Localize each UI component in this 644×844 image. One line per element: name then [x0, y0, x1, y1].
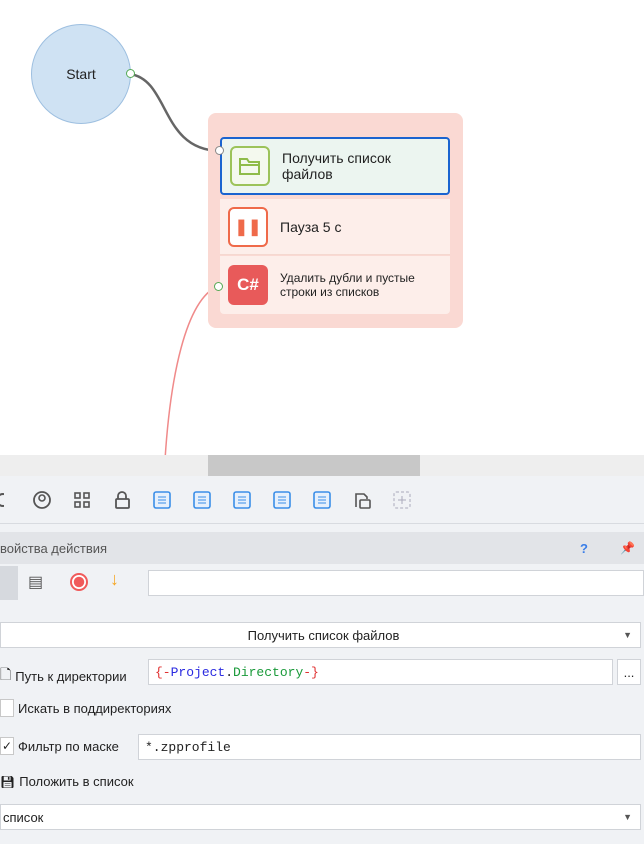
mask-input[interactable]: *.zpprofile: [138, 734, 641, 760]
path-token: -}: [303, 664, 319, 680]
list-icon[interactable]: [302, 490, 342, 509]
path-input[interactable]: {- Project. Directory -}: [148, 659, 613, 685]
checkbox-box[interactable]: [0, 699, 14, 717]
list-select-value: список: [3, 809, 44, 825]
node-label: Пауза 5 с: [280, 218, 342, 235]
record-icon[interactable]: [70, 573, 88, 591]
properties-panel: войства действия ? 📌 ▤ ↓ Получить список…: [0, 455, 644, 844]
action-group[interactable]: Получить список файлов ❚❚ Пауза 5 с C# У…: [208, 113, 463, 328]
path-token: Project: [170, 664, 226, 680]
node-label: Получить список файлов: [282, 150, 391, 182]
path-label-text: Путь к директории: [15, 668, 127, 684]
pause-icon: ❚❚: [228, 206, 268, 247]
list-icon[interactable]: [142, 490, 182, 509]
code-file-icon[interactable]: [342, 491, 382, 509]
add-icon[interactable]: [382, 491, 422, 509]
checkmark-icon[interactable]: ✓: [0, 737, 14, 755]
start-node[interactable]: Start: [31, 24, 131, 124]
horizontal-scrollbar[interactable]: [0, 455, 644, 476]
grid-icon[interactable]: [62, 491, 102, 509]
node-get-files[interactable]: Получить список файлов: [220, 137, 450, 195]
mask-checkbox[interactable]: ✓ Фильтр по маске: [0, 737, 119, 755]
start-port[interactable]: [126, 69, 135, 78]
comment-input[interactable]: [148, 570, 644, 596]
list-select[interactable]: список ▼: [0, 804, 641, 830]
arrow-down-icon[interactable]: ↓: [110, 569, 119, 590]
settings-tab-icon[interactable]: [0, 566, 18, 600]
panel-title: войства действия: [0, 540, 108, 556]
notes-icon[interactable]: ▤: [28, 572, 43, 592]
node-pause[interactable]: ❚❚ Пауза 5 с: [220, 199, 450, 255]
path-token: {-: [155, 664, 171, 680]
path-label: 🗋 Путь к директории: [0, 664, 127, 688]
list-icon[interactable]: [262, 490, 302, 509]
browse-button[interactable]: ...: [617, 659, 641, 685]
save-label-text: Положить в список: [19, 774, 134, 789]
scrollbar-thumb[interactable]: [208, 455, 420, 476]
node-label: Удалить дубли и пустые строки из списков: [280, 271, 415, 299]
list-icon[interactable]: [182, 490, 222, 509]
node-csharp[interactable]: C# Удалить дубли и пустые строки из спис…: [220, 256, 450, 314]
file-icon: 🗋: [0, 666, 12, 682]
folder-icon: [230, 146, 270, 186]
help-icon[interactable]: ?: [580, 541, 588, 556]
output-port[interactable]: [214, 282, 223, 291]
lock-icon[interactable]: [102, 490, 142, 510]
panel-header: войства действия ? 📌: [0, 532, 644, 564]
subdirs-label: Искать в поддиректориях: [18, 700, 172, 716]
user-icon[interactable]: [22, 490, 62, 510]
subdirs-checkbox[interactable]: Искать в поддиректориях: [0, 699, 171, 717]
action-select-value: Получить список файлов: [247, 627, 400, 643]
csharp-icon: C#: [228, 265, 268, 305]
chevron-down-icon: ▼: [623, 630, 632, 640]
toolbar: [0, 476, 644, 524]
path-token: .: [225, 664, 234, 680]
path-token: Directory: [233, 664, 304, 680]
save-icon: 💾︎: [0, 774, 16, 789]
list-icon[interactable]: [222, 490, 262, 509]
gear-icon[interactable]: [0, 491, 4, 509]
action-select[interactable]: Получить список файлов ▼: [0, 622, 641, 648]
input-port[interactable]: [215, 146, 224, 155]
start-label: Start: [66, 66, 96, 82]
mask-label: Фильтр по маске: [18, 738, 119, 754]
save-label: 💾︎ Положить в список: [0, 774, 134, 789]
connection-start: [129, 72, 221, 153]
pin-icon[interactable]: 📌: [620, 541, 635, 555]
chevron-down-icon: ▼: [623, 812, 632, 822]
